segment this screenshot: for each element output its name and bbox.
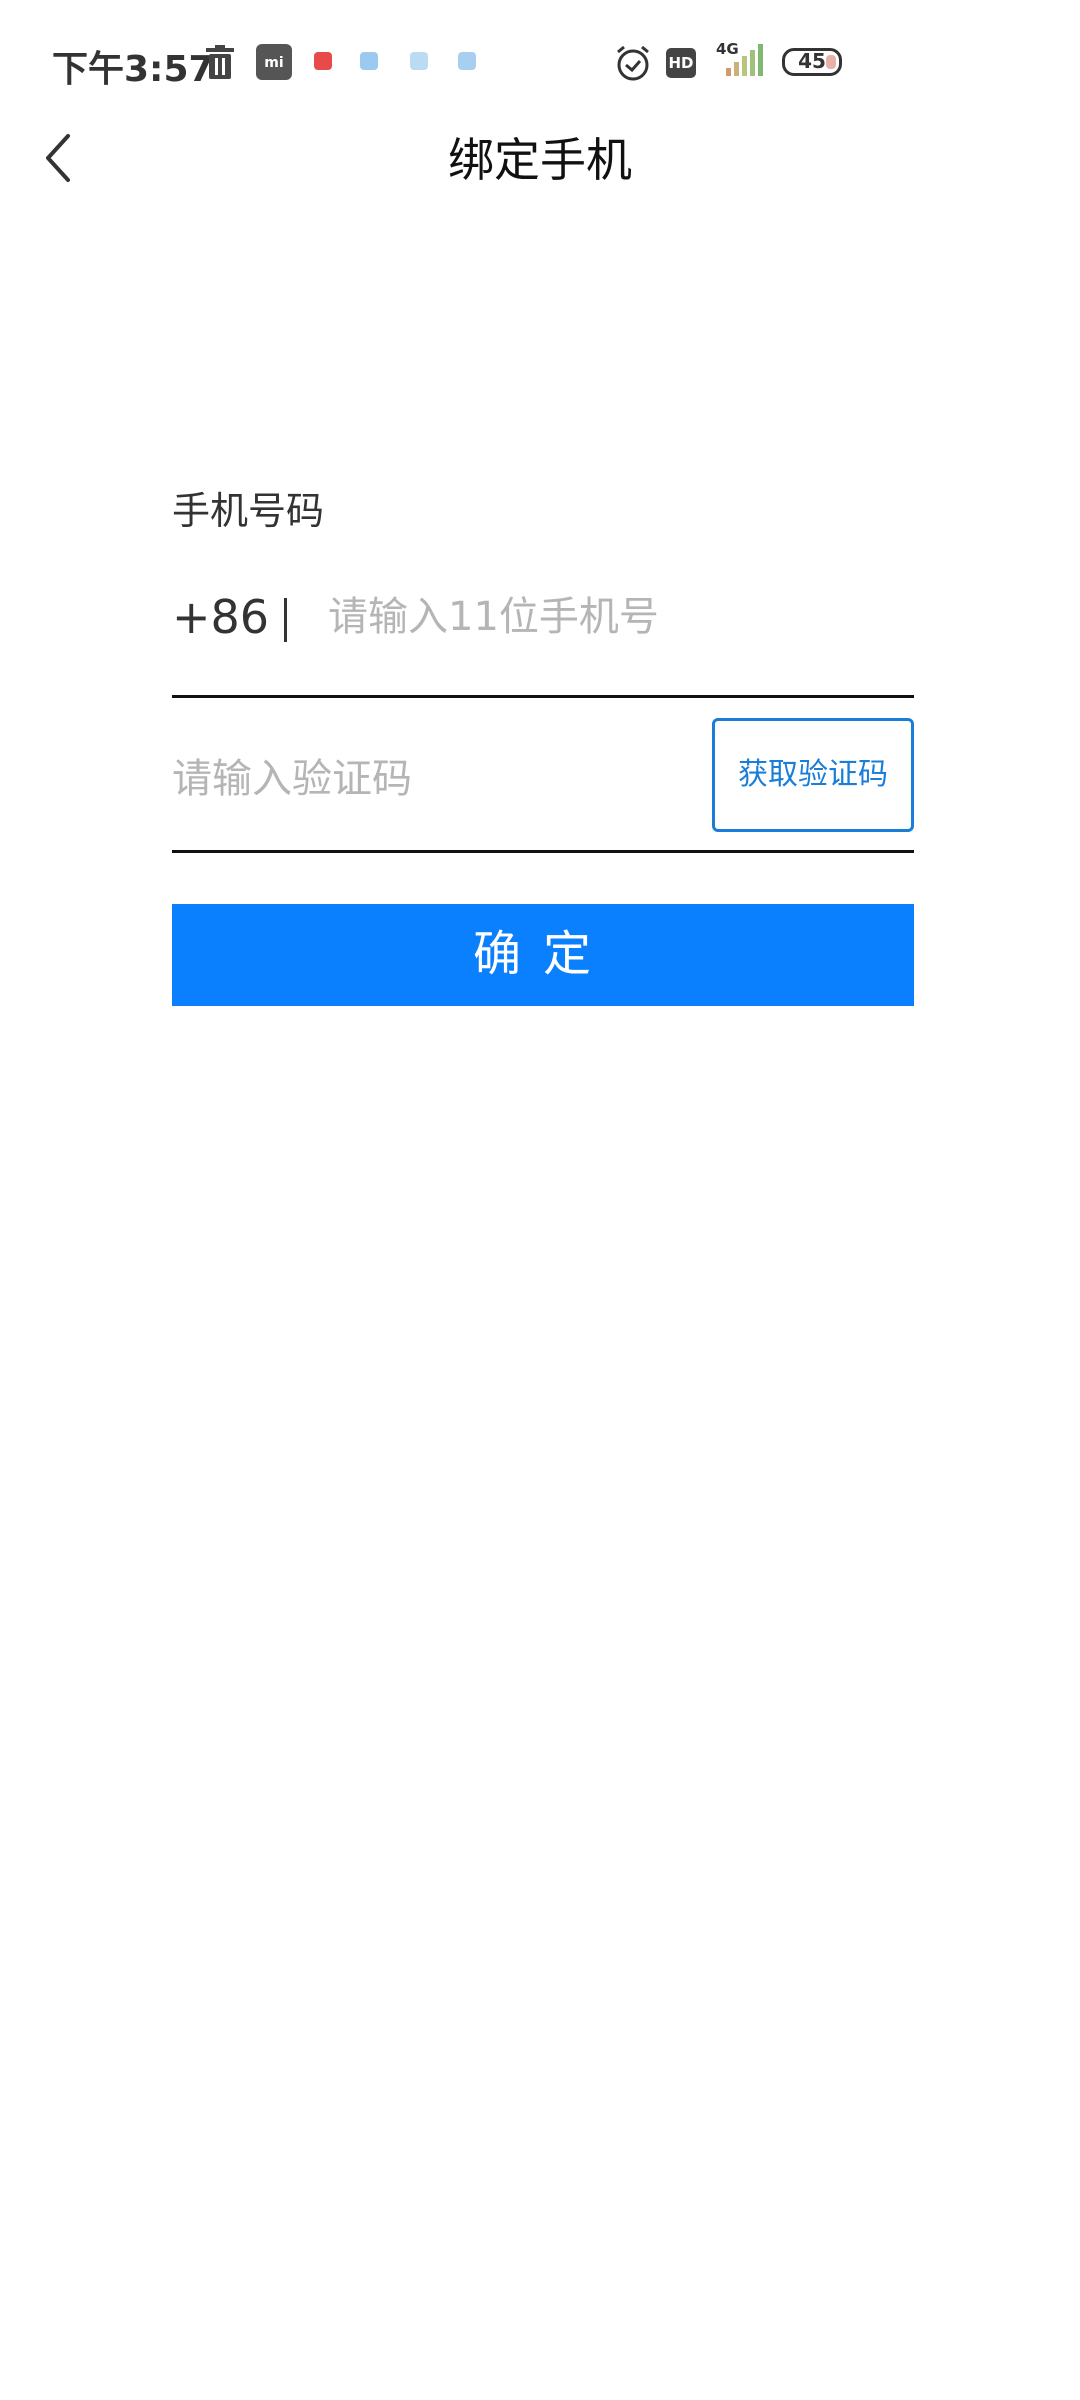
- phone-underline: [172, 695, 914, 698]
- app-notification-icon: [314, 52, 332, 70]
- get-code-button[interactable]: 获取验证码: [712, 718, 914, 832]
- alarm-icon: [617, 45, 649, 81]
- verification-code-input[interactable]: [172, 748, 692, 810]
- country-code[interactable]: +86: [172, 590, 269, 644]
- confirm-button[interactable]: 确定: [172, 904, 914, 1006]
- app-notification-icon: [410, 52, 428, 70]
- signal-icon: [726, 44, 763, 76]
- divider: [284, 598, 287, 642]
- battery-level-text: 45: [798, 49, 826, 73]
- hd-icon: HD: [666, 48, 696, 78]
- battery-icon: 45: [782, 48, 842, 76]
- app-notification-icon: [360, 52, 378, 70]
- trash-icon: [206, 45, 234, 79]
- phone-number-input[interactable]: [328, 586, 908, 648]
- page-title: 绑定手机: [448, 133, 632, 187]
- phone-field-label: 手机号码: [172, 489, 325, 533]
- app-notification-icon: [458, 52, 476, 70]
- code-underline: [172, 850, 914, 853]
- mi-store-icon: mi: [256, 44, 292, 80]
- status-time: 下午3:57: [52, 49, 214, 90]
- header: 绑定手机: [0, 110, 1080, 200]
